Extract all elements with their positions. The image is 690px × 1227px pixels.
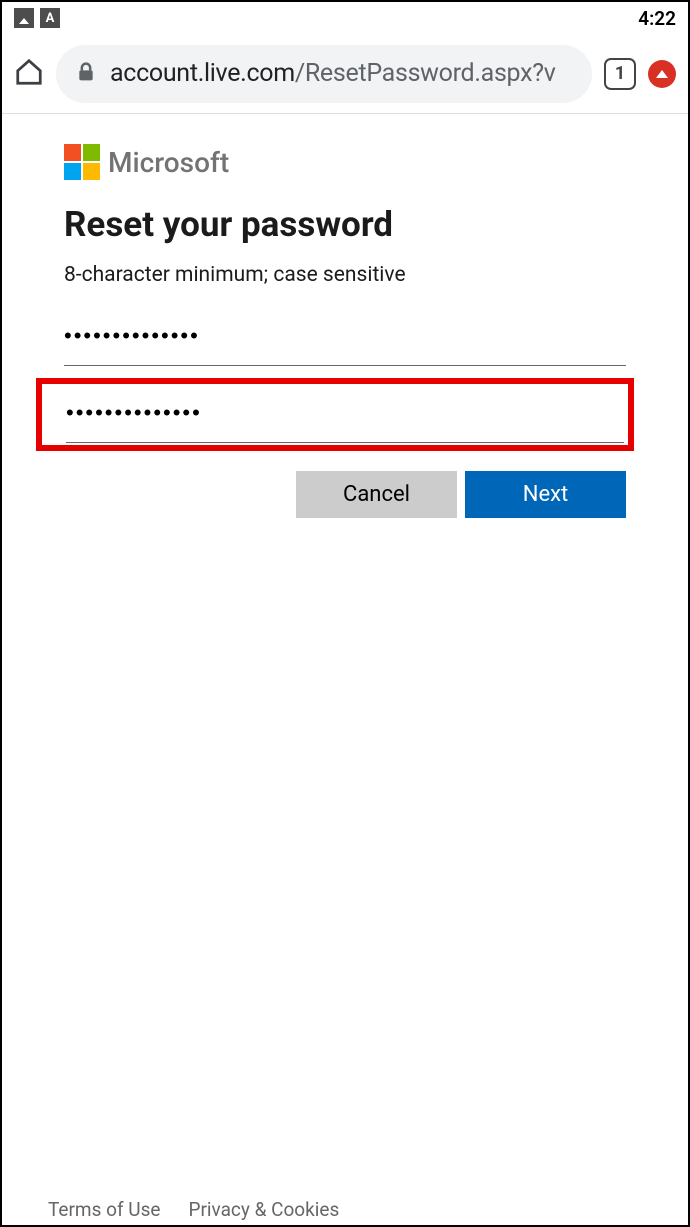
microsoft-text: Microsoft [108,146,229,179]
app-notification-icon: A [40,8,60,28]
terms-link[interactable]: Terms of Use [48,1198,160,1221]
update-icon[interactable] [648,60,676,88]
url-text: account.live.com/ResetPassword.aspx?v [110,59,556,88]
photo-notification-icon [14,8,34,28]
microsoft-logo-icon [64,144,100,180]
next-button[interactable]: Next [465,471,626,518]
privacy-link[interactable]: Privacy & Cookies [188,1198,339,1221]
url-bar[interactable]: account.live.com/ResetPassword.aspx?v [56,45,592,103]
microsoft-brand: Microsoft [64,144,626,180]
confirm-password-input[interactable] [66,390,624,443]
lock-icon [76,61,96,87]
status-bar: A 4:22 [2,2,688,34]
status-time: 4:22 [638,7,676,30]
browser-toolbar: account.live.com/ResetPassword.aspx?v 1 [2,34,688,114]
cancel-button[interactable]: Cancel [296,471,457,518]
page-title: Reset your password [64,204,626,245]
password-hint: 8-character minimum; case sensitive [64,263,626,287]
footer: Terms of Use Privacy & Cookies [2,1198,688,1225]
new-password-input[interactable] [64,313,626,366]
status-icons-left: A [14,8,60,28]
page-content: Microsoft Reset your password 8-characte… [2,114,688,518]
home-icon[interactable] [14,57,44,91]
button-row: Cancel Next [64,471,626,518]
tabs-button[interactable]: 1 [604,58,636,90]
